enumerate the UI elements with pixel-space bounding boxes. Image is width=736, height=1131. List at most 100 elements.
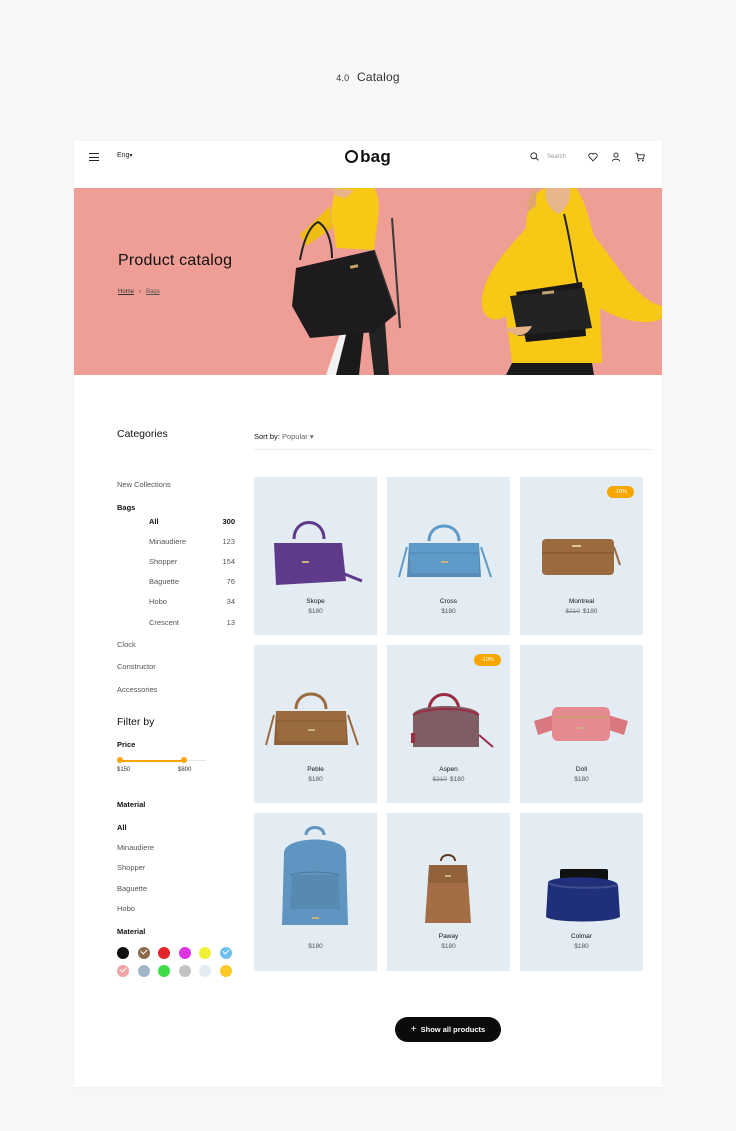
material-option-baguette[interactable]: Baguette <box>117 884 147 893</box>
product-name[interactable]: Paway <box>387 933 510 940</box>
discount-badge: -10% <box>474 654 501 666</box>
user-icon[interactable] <box>611 152 621 162</box>
page-title: Product catalog <box>118 252 233 269</box>
checkmark-icon <box>139 947 148 955</box>
color-swatch[interactable] <box>137 965 150 977</box>
price-slider-max-handle[interactable] <box>181 757 187 763</box>
subcategory-count: 300 <box>222 517 235 526</box>
sort-label: Sort by: <box>254 432 280 441</box>
categories-title: Categories <box>117 428 168 440</box>
product-price: $180 <box>254 943 377 950</box>
product-name[interactable]: Colmar <box>520 933 643 940</box>
subcategory-baguette[interactable]: Baguette 76 <box>149 577 235 586</box>
color-swatch[interactable] <box>158 947 170 959</box>
caption-title: Catalog <box>356 70 400 84</box>
color-swatch[interactable] <box>137 947 150 959</box>
product-current-price: $180 <box>441 943 456 950</box>
price-max-value: $800 <box>178 767 192 773</box>
product-price: $210 $180 <box>520 608 643 615</box>
subcategory-count: 34 <box>226 597 235 606</box>
product-card[interactable]: Peble $180 <box>254 645 377 803</box>
color-swatch[interactable] <box>117 947 129 959</box>
breadcrumb-home[interactable]: Home <box>118 289 134 295</box>
color-swatch[interactable] <box>158 965 170 977</box>
product-current-price: $180 <box>441 608 456 615</box>
search-input[interactable]: Search <box>547 154 577 160</box>
subcategory-crescent[interactable]: Crescent 13 <box>149 618 235 627</box>
hero-image <box>292 188 662 375</box>
product-name[interactable]: Cross <box>387 598 510 605</box>
product-name[interactable]: Montreal <box>520 598 643 605</box>
logo-o-mark <box>345 150 359 163</box>
material-option-shopper[interactable]: Shopper <box>117 863 145 872</box>
product-current-price: $180 <box>450 776 465 783</box>
color-swatch[interactable] <box>178 965 191 977</box>
subcategory-count: 123 <box>222 537 235 546</box>
category-constructor[interactable]: Constructor <box>117 662 156 671</box>
checkmark-icon <box>221 947 230 955</box>
category-clock[interactable]: Clock <box>117 640 136 649</box>
product-card[interactable]: Paway $180 <box>387 813 510 971</box>
product-card[interactable]: $180 <box>254 813 377 971</box>
chevron-down-icon: ▾ <box>307 432 314 441</box>
material-option-hobo[interactable]: Hobo <box>117 904 135 913</box>
color-swatch[interactable] <box>117 965 129 977</box>
color-swatch[interactable] <box>199 947 211 959</box>
subcategory-all[interactable]: All 300 <box>149 517 235 526</box>
product-name[interactable]: Aspen <box>387 766 510 773</box>
product-price: $180 <box>254 608 377 615</box>
subcategory-shopper[interactable]: Shopper 154 <box>149 557 235 566</box>
product-price: $180 <box>387 943 510 950</box>
product-old-price: $210 <box>432 776 447 783</box>
product-name[interactable]: Doll <box>520 766 643 773</box>
caption-number: 4.0 <box>336 73 350 83</box>
subcategory-label: Shopper <box>149 557 178 566</box>
catalog-page: Eng▾ bag Search Product catalog Home › B… <box>74 141 662 1087</box>
product-card[interactable]: Doll $180 <box>520 645 643 803</box>
subcategory-count: 13 <box>226 618 235 627</box>
product-card[interactable]: Cross $180 <box>387 477 510 635</box>
subcategory-label: All <box>149 517 159 526</box>
product-price: $180 <box>254 776 377 783</box>
product-name[interactable]: Peble <box>254 766 377 773</box>
show-all-label: Show all products <box>420 1025 486 1034</box>
filter-title: Filter by <box>117 716 155 728</box>
subcategory-count: 154 <box>222 557 235 566</box>
product-card[interactable]: Colmar $180 <box>520 813 643 971</box>
cart-icon[interactable] <box>635 152 645 162</box>
category-bags[interactable]: Bags <box>117 503 135 512</box>
color-swatch[interactable] <box>219 947 232 959</box>
subcategory-label: Baguette <box>149 577 180 586</box>
logo-text: bag <box>360 147 391 166</box>
subcategory-hobo[interactable]: Hobo 34 <box>149 597 235 606</box>
material-title: Material <box>117 800 146 809</box>
sort-value: Popular <box>281 432 308 441</box>
search-box[interactable]: Search <box>530 152 577 161</box>
material-option-all[interactable]: All <box>117 823 127 832</box>
material-option-minaudiere[interactable]: Minaudiere <box>117 843 154 852</box>
color-swatch[interactable] <box>199 965 211 977</box>
price-min-value: $150 <box>117 767 131 773</box>
sort-dropdown[interactable]: Sort by: Popular ▾ <box>254 432 314 441</box>
discount-badge: -10% <box>607 486 634 498</box>
category-new-collections[interactable]: New Collections <box>117 480 171 489</box>
breadcrumb-current[interactable]: Bags <box>146 289 160 295</box>
price-slider-range <box>120 760 184 762</box>
subcategory-count: 76 <box>226 577 235 586</box>
checkmark-icon <box>119 965 127 973</box>
category-accessories[interactable]: Accessories <box>117 685 157 694</box>
color-swatch[interactable] <box>219 965 232 977</box>
color-swatch[interactable] <box>178 947 191 959</box>
product-current-price: $180 <box>308 943 323 950</box>
product-card[interactable]: -10% Montreal $210 $180 <box>520 477 643 635</box>
product-card[interactable]: Skope $180 <box>254 477 377 635</box>
subcategory-label: Crescent <box>149 618 180 627</box>
subcategory-minaudiere[interactable]: Minaudiere 123 <box>149 537 235 546</box>
heart-icon[interactable] <box>588 152 598 162</box>
product-card[interactable]: -10% Aspen $210 $180 <box>387 645 510 803</box>
hero-banner: Product catalog Home › Bags <box>74 188 662 375</box>
show-all-products-button[interactable]: + Show all products <box>395 1017 501 1042</box>
price-slider-min-handle[interactable] <box>117 757 123 763</box>
product-name[interactable]: Skope <box>254 598 377 605</box>
product-current-price: $180 <box>574 943 589 950</box>
